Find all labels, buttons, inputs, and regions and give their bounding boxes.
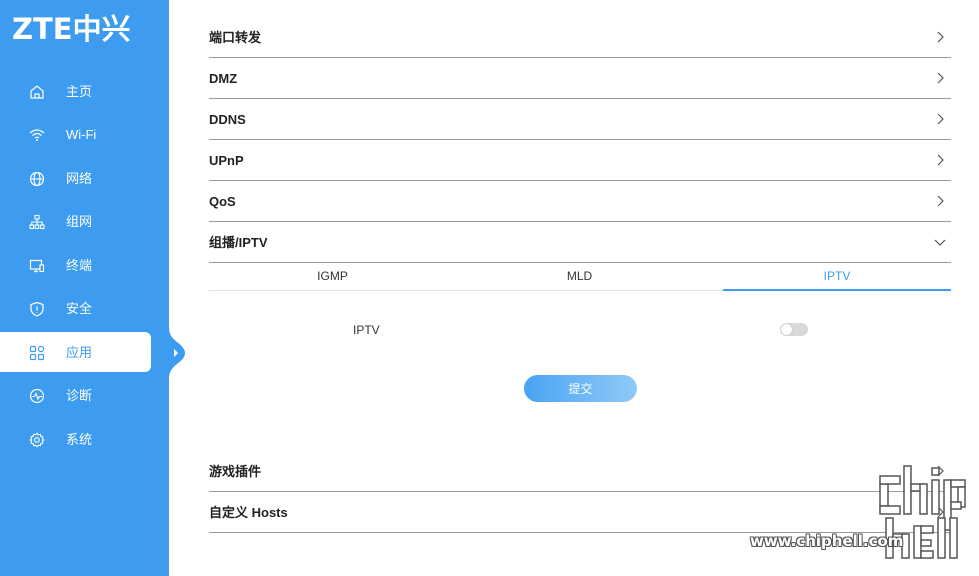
chevron-right-icon — [937, 154, 944, 166]
iptv-enable-toggle[interactable] — [780, 323, 808, 336]
sidebar-item-diagnostics[interactable]: 诊断 — [0, 375, 169, 415]
sidebar-item-security[interactable]: 安全 — [0, 288, 169, 328]
diagnostics-icon — [29, 388, 45, 404]
chevron-down-icon — [934, 239, 946, 246]
logo-text: ZTE中兴 — [12, 12, 131, 46]
sidebar-item-mesh[interactable]: 组网 — [0, 201, 169, 241]
sidebar-item-apps[interactable]: 应用 — [0, 332, 151, 372]
chevron-right-icon — [937, 31, 944, 43]
section-label: QoS — [209, 194, 236, 209]
section-port-forwarding[interactable]: 端口转发 — [209, 17, 951, 58]
globe-icon — [29, 171, 45, 187]
iptv-tabs: IGMP MLD IPTV — [209, 265, 951, 291]
sidebar-item-home[interactable]: 主页 — [0, 71, 169, 111]
tab-iptv[interactable]: IPTV — [723, 265, 951, 291]
zte-logo: ZTE中兴 — [12, 10, 131, 46]
chevron-right-icon — [937, 195, 944, 207]
section-upnp[interactable]: UPnP — [209, 140, 951, 181]
sidebar-item-label: Wi-Fi — [66, 127, 97, 142]
tab-mld[interactable]: MLD — [456, 265, 703, 291]
section-label: 游戏插件 — [209, 464, 262, 479]
iptv-field-label: IPTV — [353, 323, 380, 337]
sidebar-item-label: 应用 — [66, 345, 93, 360]
section-dmz[interactable]: DMZ — [209, 58, 951, 99]
shield-icon — [30, 301, 44, 317]
section-label: 组播/IPTV — [209, 235, 268, 250]
section-label: 端口转发 — [209, 30, 262, 45]
sidebar-item-label: 主页 — [66, 84, 93, 99]
device-monitor-icon — [29, 259, 45, 273]
sidebar-item-label: 诊断 — [66, 388, 93, 403]
sidebar-item-label: 网络 — [66, 171, 93, 186]
chevron-right-icon — [937, 72, 944, 84]
sidebar: ZTE中兴 主页 Wi-Fi 网络 组网 终端 安全 应用 诊断 系统 — [0, 0, 169, 576]
section-label: DMZ — [209, 71, 238, 86]
section-multicast-iptv[interactable]: 组播/IPTV — [209, 222, 951, 263]
section-qos[interactable]: QoS — [209, 181, 951, 222]
submit-button[interactable]: 提交 — [524, 375, 637, 402]
chevron-right-icon — [937, 113, 944, 125]
section-label: DDNS — [209, 112, 246, 127]
sidebar-item-label: 系统 — [66, 432, 93, 447]
watermark-url: www.chiphell.com — [750, 532, 904, 550]
sidebar-item-wifi[interactable]: Wi-Fi — [0, 114, 169, 154]
section-label: UPnP — [209, 153, 244, 168]
home-icon — [30, 85, 44, 99]
sidebar-item-devices[interactable]: 终端 — [0, 245, 169, 285]
active-item-indicator — [169, 328, 185, 378]
sidebar-item-network[interactable]: 网络 — [0, 158, 169, 198]
mesh-network-icon — [29, 214, 45, 230]
chiphell-watermark: www.chiphell.com — [750, 462, 970, 562]
section-ddns[interactable]: DDNS — [209, 99, 951, 140]
apps-grid-icon — [29, 345, 45, 361]
sidebar-item-system[interactable]: 系统 — [0, 419, 169, 459]
sidebar-item-label: 组网 — [66, 214, 93, 229]
gear-icon — [29, 432, 45, 448]
toggle-knob — [781, 324, 792, 335]
tab-igmp[interactable]: IGMP — [209, 265, 456, 291]
sidebar-item-label: 终端 — [66, 258, 93, 273]
sidebar-item-label: 安全 — [66, 301, 93, 316]
section-label: 自定义 Hosts — [209, 505, 288, 520]
wifi-icon — [29, 129, 45, 141]
